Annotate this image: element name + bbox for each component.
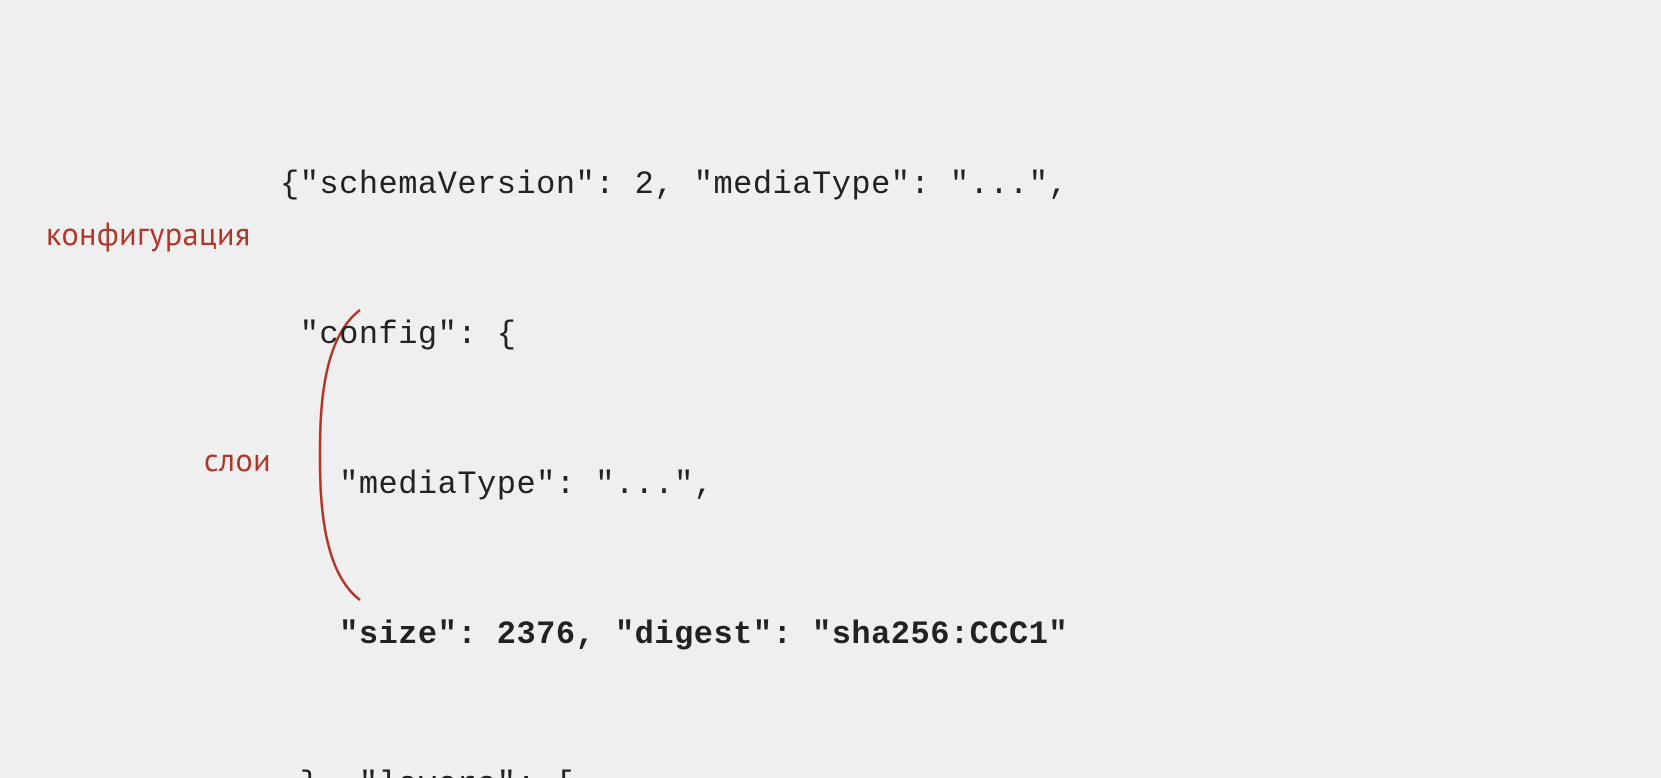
- code-text: [280, 616, 339, 653]
- code-line: "config": {: [280, 310, 1167, 360]
- code-bold: "size": 2376, "digest": "sha256:CCC1": [339, 616, 1068, 653]
- code-line: }, "layers": [: [280, 760, 1167, 778]
- code-line: {"schemaVersion": 2, "mediaType": "...",: [280, 160, 1167, 210]
- annotation-layers: слои: [204, 438, 271, 480]
- code-line: "size": 2376, "digest": "sha256:CCC1": [280, 610, 1167, 660]
- code-block: {"schemaVersion": 2, "mediaType": "...",…: [280, 60, 1167, 778]
- code-line: "mediaType": "...",: [280, 460, 1167, 510]
- diagram-stage: конфигурация слои {"schemaVersion": 2, "…: [0, 0, 1661, 778]
- annotation-config: конфигурация: [46, 212, 251, 254]
